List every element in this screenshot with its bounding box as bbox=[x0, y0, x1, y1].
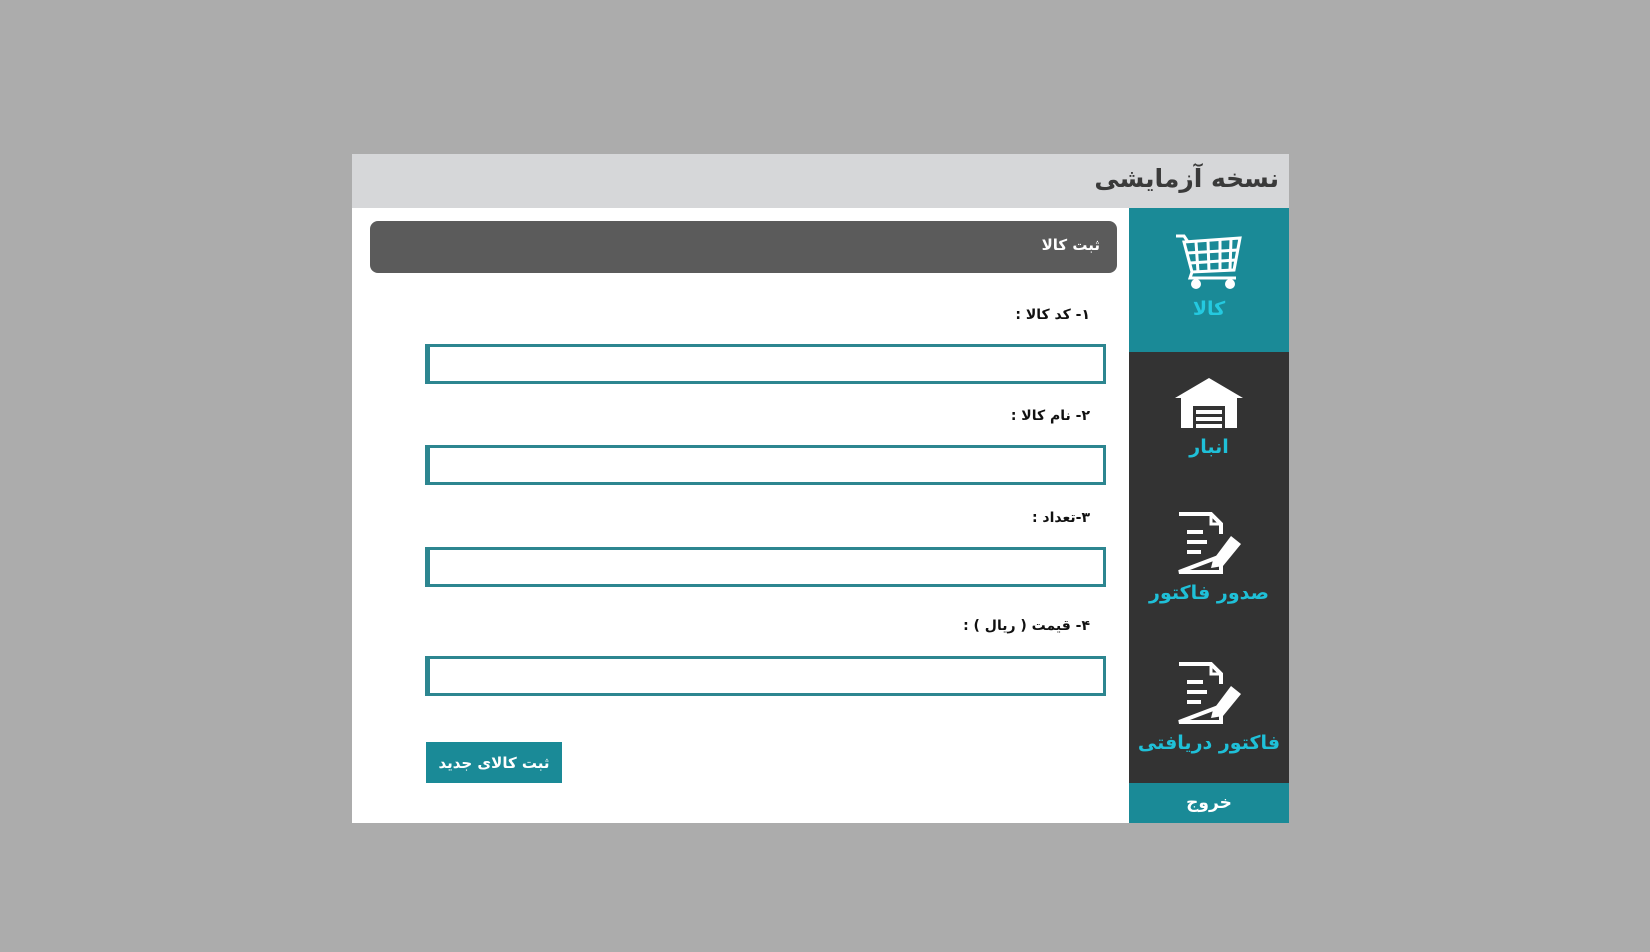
field-label-product-code: ۱- کد کالا : bbox=[1015, 307, 1090, 323]
product-code-input[interactable] bbox=[425, 344, 1106, 384]
warehouse-icon bbox=[1175, 378, 1243, 428]
field-label-product-name: ۲- نام کالا : bbox=[1010, 408, 1090, 424]
app-window: نسخه آزمایشی کالا انبار صدور فاکتور فاکت… bbox=[352, 154, 1289, 823]
sidebar-item-label: کالا bbox=[1192, 298, 1226, 320]
sidebar-item-invoice-received[interactable]: فاکتور دریافتی bbox=[1129, 662, 1289, 772]
logout-button[interactable]: خروج bbox=[1129, 783, 1289, 823]
field-label-quantity: ۳-تعداد : bbox=[1031, 510, 1090, 526]
invoice-edit-icon bbox=[1178, 512, 1241, 574]
field-label-price: ۴- قیمت ( ریال ) : bbox=[963, 618, 1090, 634]
quantity-input[interactable] bbox=[425, 547, 1106, 587]
cart-icon bbox=[1176, 234, 1242, 289]
sidebar: کالا انبار صدور فاکتور فاکتور دریافتی خر… bbox=[1129, 208, 1289, 823]
sidebar-item-goods[interactable]: کالا bbox=[1129, 208, 1289, 352]
app-title: نسخه آزمایشی bbox=[1094, 164, 1279, 193]
sidebar-item-invoice-issue[interactable]: صدور فاکتور bbox=[1129, 512, 1289, 622]
invoice-edit-icon bbox=[1178, 662, 1241, 724]
register-new-product-button[interactable]: ثبت کالای جدید bbox=[426, 742, 562, 783]
section-header: ثبت کالا bbox=[370, 221, 1117, 273]
price-input[interactable] bbox=[425, 656, 1106, 696]
sidebar-item-warehouse[interactable]: انبار bbox=[1129, 376, 1289, 476]
product-name-input[interactable] bbox=[425, 445, 1106, 485]
sidebar-item-label: صدور فاکتور bbox=[1149, 582, 1269, 604]
sidebar-item-label: انبار bbox=[1189, 436, 1229, 458]
sidebar-item-label: فاکتور دریافتی bbox=[1137, 732, 1281, 754]
section-title: ثبت کالا bbox=[1041, 236, 1100, 254]
title-bar: نسخه آزمایشی bbox=[352, 154, 1289, 208]
